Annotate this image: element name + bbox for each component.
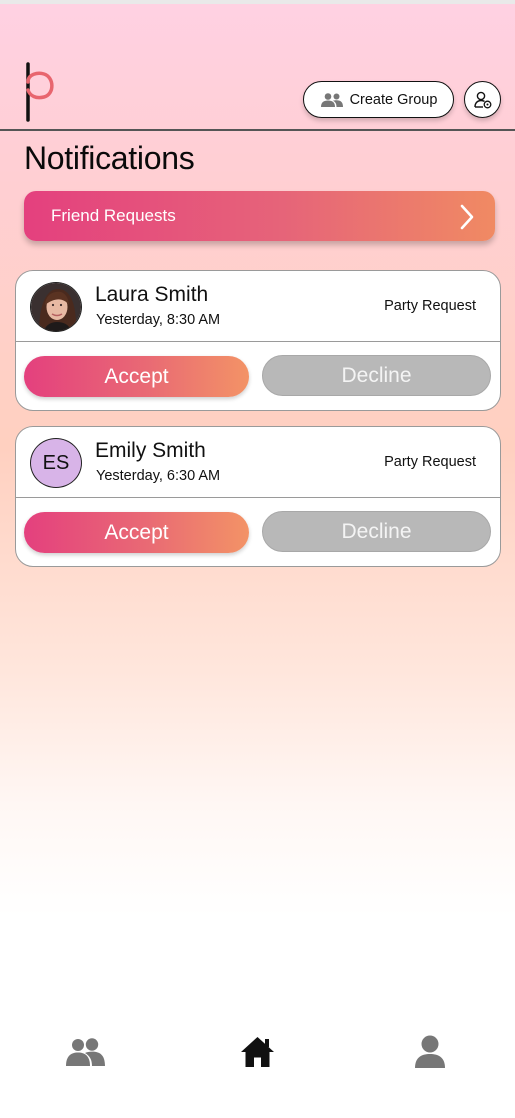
notification-time: Yesterday, 6:30 AM	[96, 468, 221, 484]
notification-type: Party Request	[384, 298, 476, 314]
create-group-button[interactable]: Create Group	[303, 81, 454, 118]
chevron-right-icon	[460, 204, 474, 230]
sender-name: Laura Smith	[95, 283, 209, 306]
friend-requests-button[interactable]: Friend Requests	[24, 191, 495, 241]
groups-icon[interactable]	[66, 1037, 106, 1067]
page-title: Notifications	[24, 140, 195, 176]
notification-type: Party Request	[384, 454, 476, 470]
user-settings-icon	[473, 91, 491, 108]
avatar-photo	[31, 283, 81, 331]
groups-icon	[320, 92, 343, 107]
notification-time: Yesterday, 8:30 AM	[96, 312, 221, 328]
create-group-label: Create Group	[349, 91, 438, 108]
avatar: ES	[30, 438, 82, 488]
decline-button[interactable]: Decline	[262, 511, 491, 552]
accept-button[interactable]: Accept	[24, 512, 249, 553]
decline-button[interactable]: Decline	[262, 355, 491, 396]
notification-card: ES Emily Smith Yesterday, 6:30 AM Party …	[15, 426, 501, 567]
logo-icon	[26, 62, 54, 122]
notification-header: ES Emily Smith Yesterday, 6:30 AM Party …	[16, 427, 500, 498]
profile-settings-button[interactable]	[464, 81, 501, 118]
avatar	[30, 282, 82, 332]
home-icon[interactable]	[240, 1036, 275, 1068]
person-icon[interactable]	[414, 1035, 446, 1068]
notification-card: Laura Smith Yesterday, 8:30 AM Party Req…	[15, 270, 501, 411]
friend-requests-label: Friend Requests	[51, 206, 176, 225]
accept-button[interactable]: Accept	[24, 356, 249, 397]
header: Create Group	[0, 0, 515, 131]
sender-name: Emily Smith	[95, 439, 206, 462]
notification-header: Laura Smith Yesterday, 8:30 AM Party Req…	[16, 271, 500, 342]
